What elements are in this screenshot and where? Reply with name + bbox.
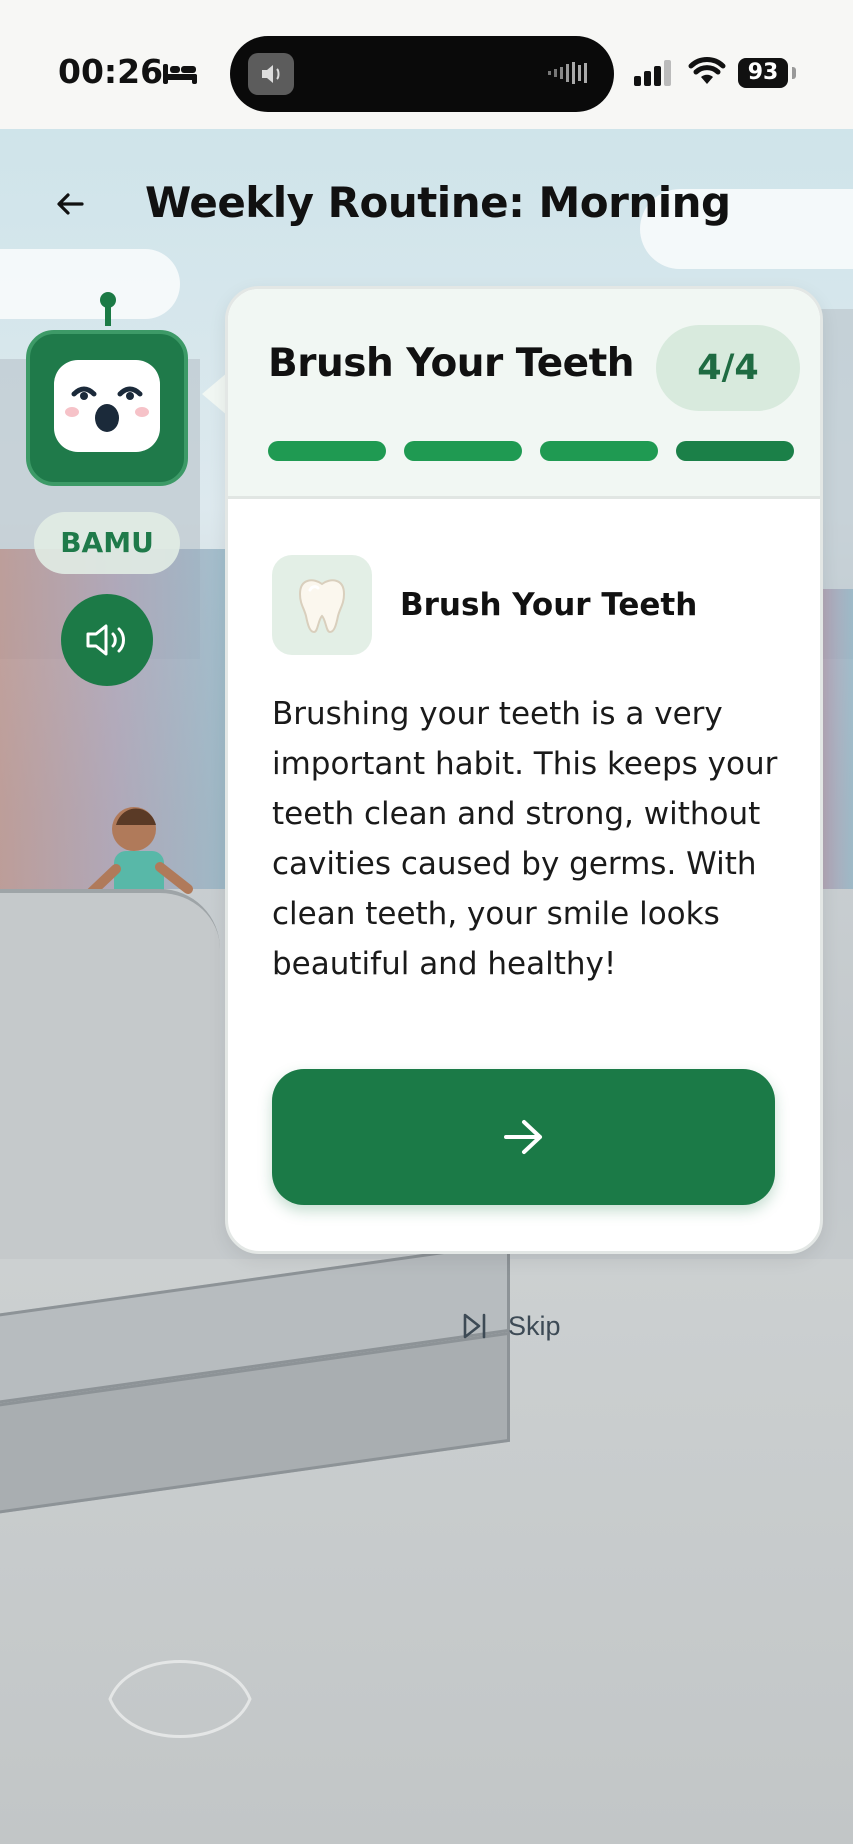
progress-segment xyxy=(404,441,522,461)
progress-segment xyxy=(540,441,658,461)
back-button[interactable] xyxy=(48,182,92,226)
arrow-left-icon xyxy=(57,193,84,215)
dynamic-island xyxy=(230,36,614,112)
battery-icon: 93 xyxy=(738,58,788,88)
skip-label: Skip xyxy=(508,1310,561,1341)
bed-icon xyxy=(163,64,197,84)
audio-wave-icon xyxy=(548,62,587,84)
signal-icon xyxy=(634,60,671,86)
status-bar: 00:26 93 xyxy=(0,0,853,129)
task-description: Brushing your teeth is a very important … xyxy=(272,696,778,982)
mascot-name: BAMU xyxy=(34,512,180,574)
wifi-icon xyxy=(688,57,726,84)
card-header: Brush Your Teeth 4/4 xyxy=(228,289,820,499)
task-card: Brush Your Teeth 4/4 Brush Your Teeth Br… xyxy=(225,286,823,1254)
skip-button[interactable]: Skip xyxy=(462,1308,561,1344)
page-title: Weekly Routine: Morning xyxy=(145,178,731,227)
card-title: Brush Your Teeth xyxy=(268,341,635,386)
progress-bar xyxy=(268,441,798,461)
next-button[interactable] xyxy=(272,1069,775,1205)
battery-nub xyxy=(792,67,796,79)
mascot-avatar xyxy=(26,292,188,486)
speaker-button[interactable] xyxy=(61,594,153,686)
tooth-icon xyxy=(298,579,346,634)
status-time: 00:26 xyxy=(58,52,164,91)
task-title: Brush Your Teeth xyxy=(400,587,698,623)
robot-icon xyxy=(26,330,188,486)
step-badge: 4/4 xyxy=(656,325,800,411)
task-icon-box xyxy=(272,555,372,655)
progress-segment xyxy=(268,441,386,461)
sound-icon xyxy=(248,53,294,95)
arrow-right-icon xyxy=(503,1120,542,1154)
progress-segment xyxy=(676,441,794,461)
speaker-icon xyxy=(86,624,125,656)
skip-forward-icon xyxy=(463,1313,486,1339)
